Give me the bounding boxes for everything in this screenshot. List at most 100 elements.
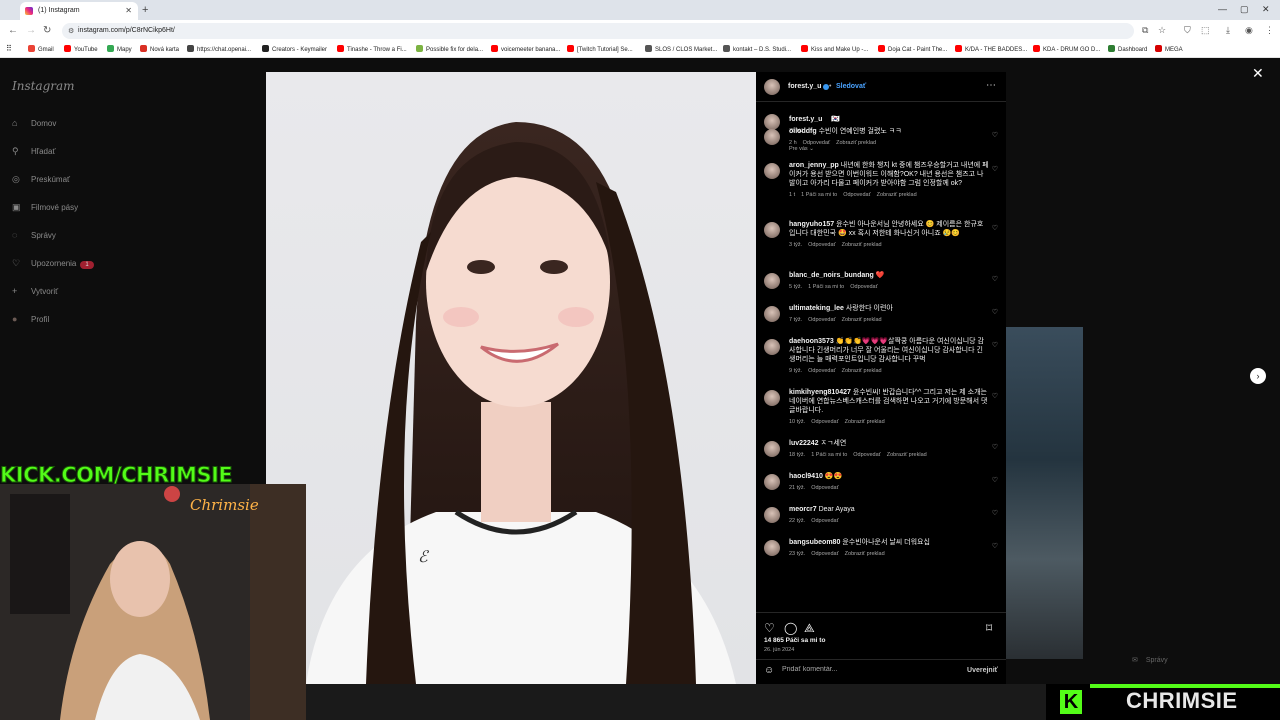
comment-action[interactable]: Zobraziť preklad [877, 192, 917, 198]
bookmark-item[interactable]: Mapy [107, 45, 132, 53]
bookmark-item[interactable]: K/DA - THE BADDES... [955, 45, 1027, 53]
commenter-avatar[interactable] [764, 222, 780, 238]
shield-icon[interactable]: ⛉ [1184, 25, 1191, 36]
avatar[interactable] [764, 79, 780, 95]
comment-username[interactable]: haocl9410 [789, 473, 823, 480]
bookmark-item[interactable]: KDA - DRUM GO D... [1033, 45, 1100, 53]
profile-icon[interactable]: ◉ [1245, 25, 1253, 36]
comment-username[interactable]: meorcr7 [789, 506, 817, 513]
bookmark-item[interactable]: Nová karta [140, 45, 179, 53]
comment-action[interactable]: 1 Páči sa mi to [811, 452, 847, 458]
site-info-icon[interactable]: ⚙ [68, 27, 74, 35]
follow-button[interactable]: Sledovať [836, 83, 866, 90]
bookmark-item[interactable]: Kiss and Make Up -... [801, 45, 868, 53]
commenter-avatar[interactable] [764, 306, 780, 322]
comment-action[interactable]: Zobraziť preklad [842, 242, 882, 248]
sidebar-item[interactable]: ▣ Filmové pásy [12, 202, 78, 213]
comment-action[interactable]: Odpovedať [811, 518, 838, 524]
download-icon[interactable]: ⤓ [1226, 25, 1230, 36]
bookmark-item[interactable]: [Twitch Tutorial] Se... [567, 45, 633, 53]
close-icon[interactable]: ✕ [1252, 65, 1264, 82]
comment-username[interactable]: oiloddfg [789, 128, 817, 135]
bookmark-item[interactable]: Dashboard [1108, 45, 1147, 53]
maximize-icon[interactable]: ▢ [1240, 4, 1249, 15]
comment-action[interactable]: 1 Páči sa mi to [808, 284, 844, 290]
bookmark-item[interactable]: MEGA [1155, 45, 1183, 53]
bookmark-item[interactable]: https://chat.openai... [187, 45, 251, 53]
comment-action[interactable]: Zobraziť preklad [842, 368, 882, 374]
comment-action[interactable]: Odpovedať [850, 284, 877, 290]
bookmark-star-icon[interactable]: ☆ [1158, 25, 1166, 36]
bookmark-item[interactable]: Creators - Keymailer [262, 45, 327, 53]
comment-action[interactable]: Odpovedať [808, 242, 835, 248]
commenter-avatar[interactable] [764, 507, 780, 523]
comment-like-heart-icon[interactable]: ♡ [992, 341, 998, 349]
comment-username[interactable]: aron_jenny_pp [789, 162, 839, 169]
back-icon[interactable]: ← [8, 25, 18, 36]
bookmark-item[interactable]: SLOS / CLOS Market... [645, 45, 717, 53]
comment-action[interactable]: Odpovedať [811, 419, 838, 425]
comment-action[interactable]: Zobraziť preklad [842, 317, 882, 323]
comment-like-heart-icon[interactable]: ♡ [992, 131, 998, 139]
install-icon[interactable]: ⧉ [1142, 25, 1148, 36]
comment-like-heart-icon[interactable]: ♡ [992, 308, 998, 316]
comment-icon[interactable]: ◯ [784, 621, 797, 635]
comment-like-heart-icon[interactable]: ♡ [992, 165, 998, 173]
comment-username[interactable]: luv22242 [789, 440, 819, 447]
sidebar-item[interactable]: ⌂ Domov [12, 118, 56, 128]
commenter-avatar[interactable] [764, 129, 780, 145]
comment-action[interactable]: Zobraziť preklad [836, 140, 876, 146]
apps-icon[interactable]: ⠿ [6, 44, 12, 53]
close-tab-icon[interactable]: ✕ [125, 6, 132, 15]
menu-icon[interactable]: ⋮ [1265, 25, 1274, 36]
next-post-button[interactable]: › [1250, 368, 1266, 384]
browser-tab[interactable]: (1) Instagram ✕ [20, 2, 138, 20]
bookmark-item[interactable]: Gmail [28, 45, 54, 53]
bookmark-item[interactable]: Doja Cat - Paint The... [878, 45, 947, 53]
comment-action[interactable]: Odpovedať [811, 551, 838, 557]
comment-action[interactable]: Odpovedať [803, 140, 830, 146]
comment-like-heart-icon[interactable]: ♡ [992, 392, 998, 400]
bookmark-item[interactable]: Tinashe - Throw a Fi... [337, 45, 407, 53]
comment-username[interactable]: bangsubeom80 [789, 539, 840, 546]
comment-action[interactable]: Odpovedať [843, 192, 870, 198]
comment-like-heart-icon[interactable]: ♡ [992, 476, 998, 484]
comment-action[interactable]: Odpovedať [808, 317, 835, 323]
commenter-avatar[interactable] [764, 163, 780, 179]
close-window-icon[interactable]: ✕ [1262, 4, 1270, 15]
comment-like-heart-icon[interactable]: ♡ [992, 224, 998, 232]
sidebar-item[interactable]: ⚲ Hľadať [12, 146, 55, 157]
bookmark-item[interactable]: Possible fix for dela... [416, 45, 483, 53]
bookmark-item[interactable]: YouTube [64, 45, 98, 53]
next-post-preview[interactable] [1006, 327, 1083, 659]
comment-action[interactable]: Odpovedať [853, 452, 880, 458]
sidebar-item[interactable]: ◎ Preskúmať [12, 174, 70, 185]
comment-like-heart-icon[interactable]: ♡ [992, 275, 998, 283]
forward-icon[interactable]: → [26, 25, 36, 36]
comment-username[interactable]: ultimateking_lee [789, 305, 844, 312]
emoji-icon[interactable]: ☺ [764, 665, 774, 676]
comment-action[interactable]: 1 Páči sa mi to [801, 192, 837, 198]
bookmark-item[interactable]: voicemeeter banana... [491, 45, 560, 53]
minimize-icon[interactable]: — [1218, 4, 1227, 14]
url-field[interactable]: ⚙ instagram.com/p/C8rNCikp6Ht/ [62, 23, 1134, 39]
bookmark-item[interactable]: kontakt – D.S. Studi... [723, 45, 791, 53]
comment-username[interactable]: daehoon3573 [789, 338, 834, 345]
more-options-icon[interactable]: ⋯ [986, 80, 996, 91]
post-username[interactable]: forest.y_u [788, 83, 821, 90]
comments-list[interactable]: oiloddfg 수빈이 연예인병 걸렸노 ㅋㅋ 2 h Odpovedať Zobr… [756, 106, 1006, 606]
commenter-avatar[interactable] [764, 441, 780, 457]
comment-action[interactable]: Odpovedať [808, 368, 835, 374]
share-icon[interactable]: ⟁ [804, 621, 815, 636]
like-count[interactable]: 14 865 Páči sa mi to [764, 637, 825, 644]
extensions-icon[interactable]: ⬚ [1201, 25, 1210, 36]
commenter-avatar[interactable] [764, 390, 780, 406]
comment-action[interactable]: Zobraziť preklad [887, 452, 927, 458]
comment-username[interactable]: blanc_de_noirs_bundang [789, 272, 874, 279]
add-comment-input[interactable] [782, 666, 952, 673]
commenter-avatar[interactable] [764, 339, 780, 355]
comment-action[interactable]: Odpovedať [811, 485, 838, 491]
post-comment-button[interactable]: Uverejniť [967, 667, 998, 674]
comment-like-heart-icon[interactable]: ♡ [992, 542, 998, 550]
commenter-avatar[interactable] [764, 273, 780, 289]
